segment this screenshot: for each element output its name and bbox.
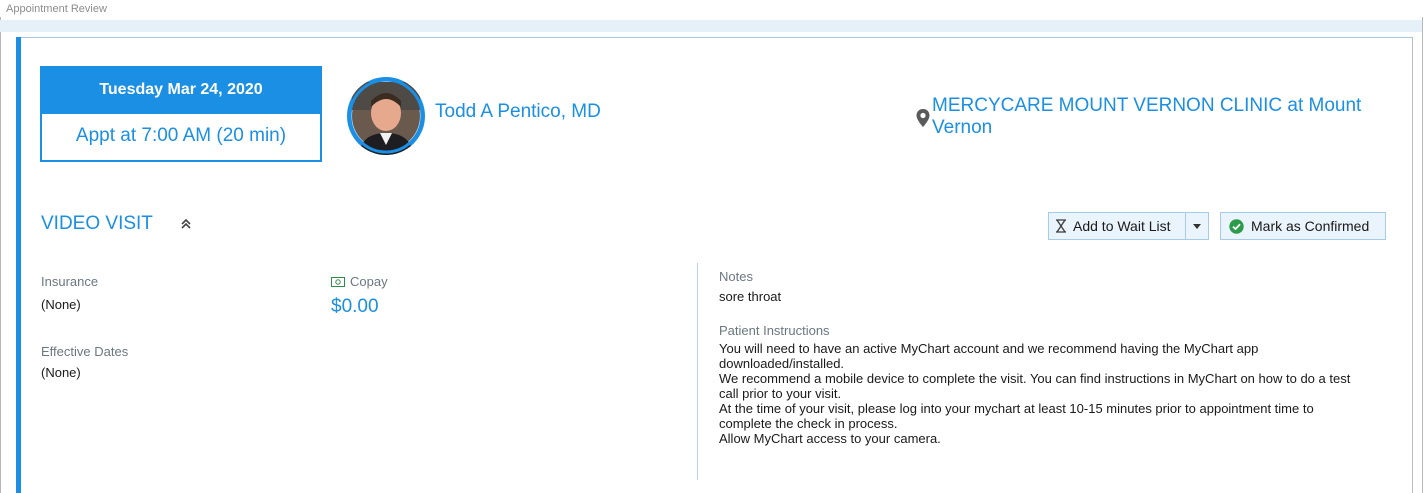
insurance-value: (None) <box>41 297 81 312</box>
wait-list-dropdown-toggle[interactable] <box>1185 213 1208 239</box>
appointment-date: Tuesday Mar 24, 2020 <box>42 68 320 114</box>
provider-avatar[interactable] <box>347 77 425 155</box>
notes-label: Notes <box>719 269 753 284</box>
effective-dates-value: (None) <box>41 365 81 380</box>
insurance-label: Insurance <box>41 274 99 289</box>
patient-instructions-text: You will need to have an active MyChart … <box>719 341 1359 446</box>
column-divider <box>697 263 698 480</box>
instruction-line: We recommend a mobile device to complete… <box>719 371 1351 401</box>
add-to-wait-list-button[interactable]: Add to Wait List <box>1048 212 1209 240</box>
check-circle-icon <box>1229 218 1244 234</box>
appointment-date-card: Tuesday Mar 24, 2020 Appt at 7:00 AM (20… <box>40 66 322 162</box>
patient-instructions-label: Patient Instructions <box>719 323 830 338</box>
map-pin-icon <box>916 109 930 127</box>
hourglass-icon <box>1056 219 1066 233</box>
header-strip <box>0 20 1422 32</box>
double-chevron-up-icon[interactable] <box>179 217 193 231</box>
instruction-line: At the time of your visit, please log in… <box>719 401 1314 431</box>
copay-value: $0.00 <box>331 296 379 317</box>
instruction-line: You will need to have an active MyChart … <box>719 341 1259 371</box>
effective-dates-label: Effective Dates <box>41 344 129 359</box>
mark-as-confirmed-button[interactable]: Mark as Confirmed <box>1220 212 1386 240</box>
instruction-line: Allow MyChart access to your camera. <box>719 431 941 446</box>
copay-label: Copay <box>350 274 388 289</box>
cash-icon <box>331 277 345 287</box>
window-title: Appointment Review <box>6 3 107 15</box>
appointment-time: Appt at 7:00 AM (20 min) <box>75 125 287 146</box>
visit-type-heading: VIDEO VISIT <box>41 213 153 234</box>
wait-list-label: Add to Wait List <box>1073 218 1171 234</box>
confirm-label: Mark as Confirmed <box>1251 218 1370 234</box>
clinic-location[interactable]: MERCYCARE MOUNT VERNON CLINIC at Mount V… <box>932 95 1372 139</box>
provider-name[interactable]: Todd A Pentico, MD <box>435 101 601 123</box>
notes-value: sore throat <box>719 289 782 304</box>
caret-down-icon <box>1193 223 1201 229</box>
